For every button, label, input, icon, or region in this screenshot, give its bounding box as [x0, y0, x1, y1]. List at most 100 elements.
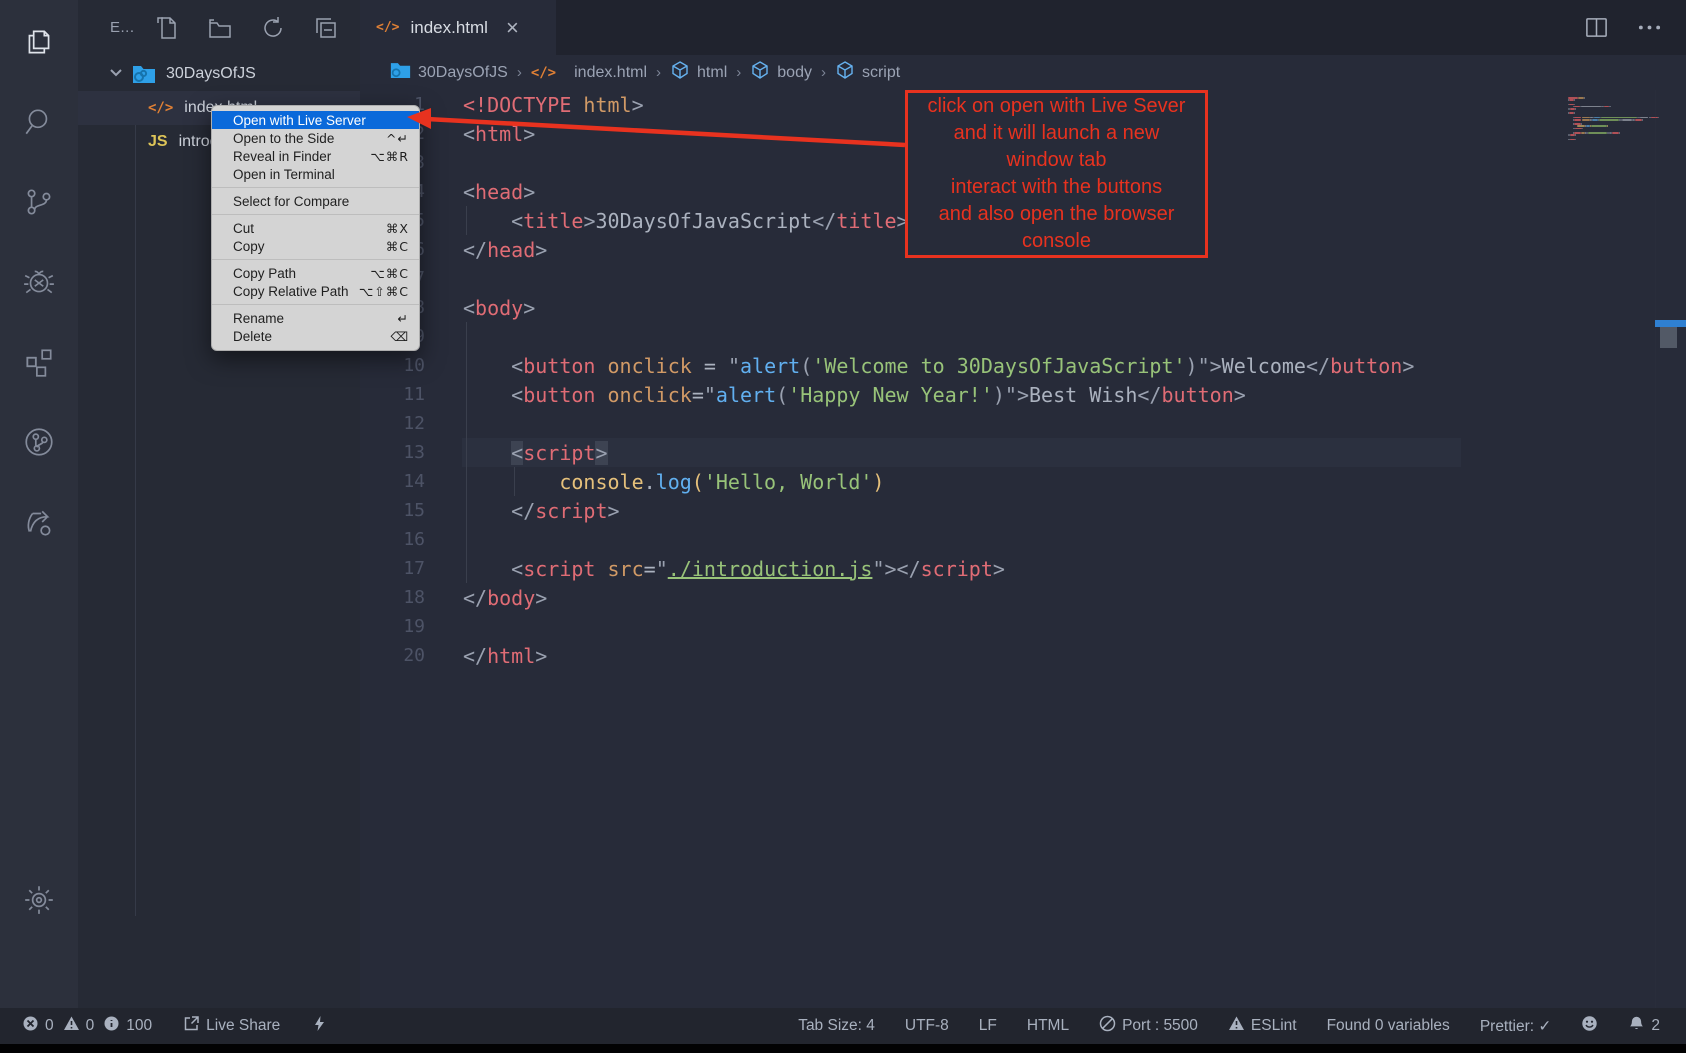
menu-item-delete[interactable]: Delete⌫	[212, 327, 419, 345]
code-line-16: 16	[360, 525, 1686, 554]
annotation-box: click on open with Live Severand it will…	[905, 90, 1208, 258]
lightning-icon	[311, 1015, 328, 1037]
code-line-15: 15 </script>	[360, 496, 1686, 525]
code-line-19: 19	[360, 612, 1686, 641]
status-lightning-icon[interactable]	[311, 1015, 328, 1037]
status-2[interactable]: 2	[1628, 1015, 1660, 1037]
bottom-edge	[0, 1044, 1686, 1053]
html-code-icon: </>	[376, 20, 399, 35]
annotation-text-line: console	[908, 228, 1205, 255]
menu-shortcut: ↵	[398, 311, 409, 326]
status-tab-size-4[interactable]: Tab Size: 4	[798, 1017, 875, 1035]
menu-item-copy-path[interactable]: Copy Path⌥⌘C	[212, 264, 419, 282]
split-editor-icon[interactable]	[1584, 15, 1609, 40]
circle-slash-icon	[1099, 1015, 1116, 1037]
settings-gear-icon[interactable]	[0, 868, 78, 932]
context-menu: Open with Live ServerOpen to the Side^↵R…	[211, 105, 420, 351]
menu-shortcut: ⌘X	[386, 221, 409, 236]
status-port-5500[interactable]: Port : 5500	[1099, 1015, 1198, 1037]
breadcrumb-item-index.html[interactable]: </>index.html	[531, 64, 647, 82]
symbol-cube-icon	[835, 60, 855, 85]
status-live-share[interactable]: Live Share	[183, 1015, 280, 1037]
collapse-all-icon[interactable]	[313, 15, 339, 41]
menu-item-open-to-the-side[interactable]: Open to the Side^↵	[212, 129, 419, 147]
refresh-icon[interactable]	[260, 15, 286, 41]
minimap[interactable]	[1568, 97, 1660, 141]
explorer-icon[interactable]	[0, 10, 78, 74]
menu-shortcut: ⌫	[390, 329, 409, 344]
annotation-text-line: interact with the buttons	[908, 174, 1205, 201]
tab-index-html[interactable]: </> index.html ×	[360, 0, 556, 55]
menu-separator	[212, 214, 419, 215]
vscode-window: E... 30DaysOfJS </> index.html	[0, 0, 1686, 1053]
menu-separator	[212, 259, 419, 260]
breadcrumb-item-30DaysOfJS[interactable]: 30DaysOfJS	[390, 62, 508, 84]
close-icon[interactable]: ×	[506, 17, 519, 39]
breadcrumb-item-body[interactable]: body	[750, 60, 812, 85]
code-line-9: 9	[360, 322, 1686, 351]
menu-shortcut: ⌥⌘C	[370, 266, 409, 281]
breadcrumb-item-script[interactable]: script	[835, 60, 900, 85]
status-smiley-icon[interactable]	[1581, 1015, 1598, 1037]
explorer-header: E...	[78, 0, 360, 55]
menu-item-rename[interactable]: Rename↵	[212, 309, 419, 327]
search-icon[interactable]	[0, 90, 78, 154]
gitlens-icon[interactable]	[0, 410, 78, 474]
folder-icon	[390, 62, 411, 84]
code-line-12: 12	[360, 409, 1686, 438]
debug-icon[interactable]	[0, 250, 78, 314]
status-prettier-[interactable]: Prettier: ✓	[1480, 1017, 1552, 1036]
tree-root-folder[interactable]: 30DaysOfJS	[78, 57, 360, 91]
js-icon: JS	[148, 133, 168, 151]
breadcrumb-separator: ›	[656, 64, 661, 81]
scrollbar-thumb[interactable]	[1660, 327, 1677, 348]
menu-separator	[212, 187, 419, 188]
menu-item-open-with-live-server[interactable]: Open with Live Server	[212, 111, 419, 129]
status-0[interactable]: 0	[22, 1015, 54, 1037]
code-line-7: 7	[360, 264, 1686, 293]
folder-icon	[132, 65, 156, 84]
menu-item-copy-relative-path[interactable]: Copy Relative Path⌥⇧⌘C	[212, 282, 419, 300]
activity-bar	[0, 0, 78, 1044]
tree-indent-guide	[135, 93, 136, 916]
explorer-title: E...	[110, 19, 135, 36]
code-line-14: 14 console.log('Hello, World')	[360, 467, 1686, 496]
code-line-10: 10 <button onclick = "alert('Welcome to …	[360, 351, 1686, 380]
live-share-icon	[183, 1015, 200, 1037]
menu-separator	[212, 304, 419, 305]
extensions-icon[interactable]	[0, 330, 78, 394]
tab-bar: </> index.html ×	[360, 0, 1686, 55]
menu-shortcut: ⌘C	[386, 239, 409, 254]
html-code-icon: </>	[531, 65, 556, 81]
menu-item-reveal-in-finder[interactable]: Reveal in Finder⌥⌘R	[212, 147, 419, 165]
smiley-icon	[1581, 1015, 1598, 1037]
breadcrumb-separator: ›	[736, 64, 741, 81]
status-found-0-variables[interactable]: Found 0 variables	[1327, 1017, 1450, 1035]
status-html[interactable]: HTML	[1027, 1017, 1069, 1035]
breadcrumb: 30DaysOfJS›</>index.html›html›body›scrip…	[360, 55, 1686, 90]
menu-item-copy[interactable]: Copy⌘C	[212, 237, 419, 255]
source-control-icon[interactable]	[0, 170, 78, 234]
status-utf-8[interactable]: UTF-8	[905, 1017, 949, 1035]
new-file-icon[interactable]	[154, 15, 180, 41]
status-eslint[interactable]: ESLint	[1228, 1015, 1297, 1037]
breadcrumb-item-html[interactable]: html	[670, 60, 727, 85]
status-0[interactable]: 0	[63, 1015, 95, 1037]
live-share-icon[interactable]	[0, 490, 78, 554]
code-line-18: 18</body>	[360, 583, 1686, 612]
status-100[interactable]: 100	[103, 1015, 152, 1037]
status-lf[interactable]: LF	[979, 1017, 997, 1035]
annotation-text-line: and also open the browser	[908, 201, 1205, 228]
warning-icon	[63, 1015, 80, 1037]
info-icon	[103, 1015, 120, 1037]
breadcrumb-separator: ›	[517, 64, 522, 81]
more-actions-icon[interactable]	[1637, 15, 1662, 40]
menu-item-cut[interactable]: Cut⌘X	[212, 219, 419, 237]
menu-item-open-in-terminal[interactable]: Open in Terminal	[212, 165, 419, 183]
code-line-17: 17 <script src="./introduction.js"></scr…	[360, 554, 1686, 583]
menu-shortcut: ⌥⇧⌘C	[359, 284, 409, 299]
menu-item-select-for-compare[interactable]: Select for Compare	[212, 192, 419, 210]
warning-triangle-icon	[1228, 1015, 1245, 1037]
minimap-border	[1655, 90, 1656, 1008]
new-folder-icon[interactable]	[207, 15, 233, 41]
